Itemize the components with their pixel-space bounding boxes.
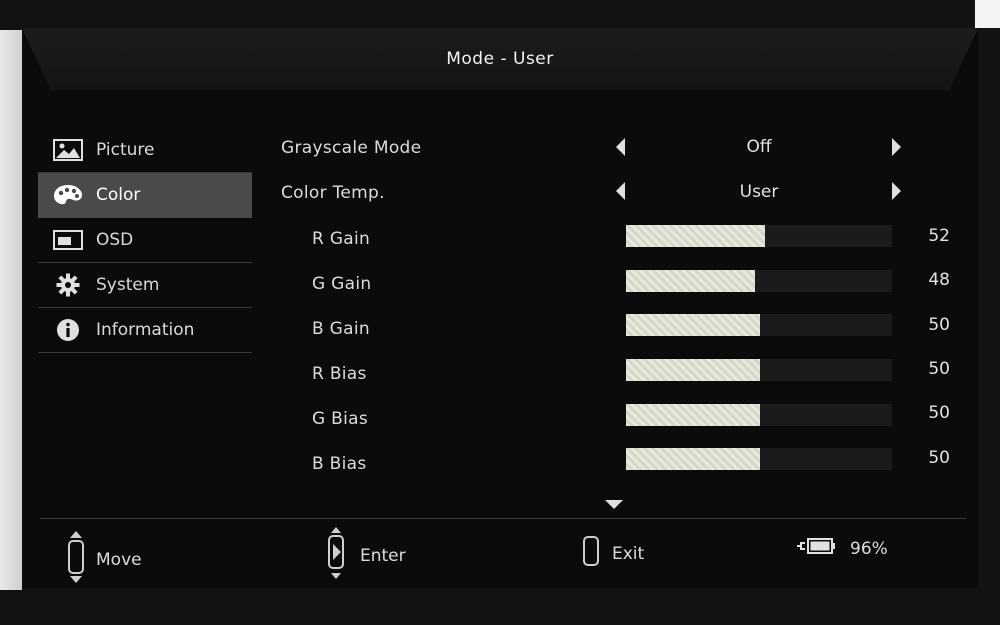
r-gain-fill <box>626 225 765 247</box>
osd-menu: Mode - User Picture Color OSD System Inf… <box>22 28 978 588</box>
r-bias-label: R Bias <box>312 364 367 384</box>
footer-move: Move <box>66 530 142 589</box>
sidebar-item-picture[interactable]: Picture <box>38 128 252 173</box>
menu-title: Mode - User <box>22 28 978 90</box>
r-bias-fill <box>626 359 760 381</box>
color-temp-label: Color Temp. <box>281 183 385 203</box>
arrow-right-icon[interactable] <box>892 182 901 200</box>
g-bias-slider[interactable] <box>626 404 892 426</box>
g-bias-value: 50 <box>928 403 950 423</box>
scroll-down-icon[interactable] <box>605 500 623 509</box>
footer-exit: Exit <box>582 536 644 571</box>
sidebar-item-label: Information <box>96 320 195 340</box>
background-wall-left <box>0 30 22 590</box>
sidebar: Picture Color OSD System Information <box>38 128 252 353</box>
background-wall <box>975 0 1000 28</box>
b-gain-label: B Gain <box>312 319 370 339</box>
b-bias-slider[interactable] <box>626 448 892 470</box>
arrow-right-icon[interactable] <box>892 138 901 156</box>
r-bias-value: 50 <box>928 359 950 379</box>
info-icon <box>52 318 84 342</box>
r-gain-label: R Gain <box>312 229 371 249</box>
sidebar-item-color[interactable]: Color <box>38 173 252 218</box>
g-bias-fill <box>626 404 760 426</box>
picture-icon <box>52 138 84 162</box>
r-bias-slider[interactable] <box>626 359 892 381</box>
arrow-left-icon[interactable] <box>616 182 625 200</box>
footer-battery: 96% <box>796 537 888 560</box>
sidebar-item-information[interactable]: Information <box>38 308 252 353</box>
sidebar-item-label: Picture <box>96 140 155 160</box>
r-gain-slider[interactable] <box>626 225 892 247</box>
footer-enter: Enter <box>326 526 406 585</box>
g-bias-label: G Bias <box>312 409 369 429</box>
b-bias-value: 50 <box>928 448 950 468</box>
sidebar-item-label: System <box>96 275 160 295</box>
sidebar-item-label: Color <box>96 185 141 205</box>
sidebar-item-system[interactable]: System <box>38 263 252 308</box>
enter-label: Enter <box>360 545 406 566</box>
b-gain-fill <box>626 314 760 336</box>
g-gain-value: 48 <box>928 270 950 290</box>
battery-label: 96% <box>850 538 888 559</box>
g-gain-fill <box>626 270 755 292</box>
palette-icon <box>52 183 84 207</box>
r-gain-value: 52 <box>928 226 950 246</box>
b-bias-fill <box>626 448 760 470</box>
osd-icon <box>52 228 84 252</box>
gear-icon <box>52 273 84 297</box>
g-gain-label: G Gain <box>312 274 372 294</box>
color-temp-value: User <box>739 182 779 202</box>
grayscale-mode-label: Grayscale Mode <box>281 138 422 158</box>
sidebar-item-osd[interactable]: OSD <box>38 218 252 263</box>
exit-label: Exit <box>612 543 645 564</box>
battery-icon <box>796 537 836 560</box>
grayscale-mode-value: Off <box>746 137 772 157</box>
sidebar-item-label: OSD <box>96 230 134 250</box>
footer-divider <box>40 518 966 519</box>
move-key-icon <box>66 530 86 589</box>
arrow-left-icon[interactable] <box>616 138 625 156</box>
b-gain-value: 50 <box>928 315 950 335</box>
enter-key-icon <box>326 526 348 585</box>
exit-key-icon <box>582 536 600 571</box>
b-gain-slider[interactable] <box>626 314 892 336</box>
move-label: Move <box>96 549 142 570</box>
b-bias-label: B Bias <box>312 454 367 474</box>
g-gain-slider[interactable] <box>626 270 892 292</box>
